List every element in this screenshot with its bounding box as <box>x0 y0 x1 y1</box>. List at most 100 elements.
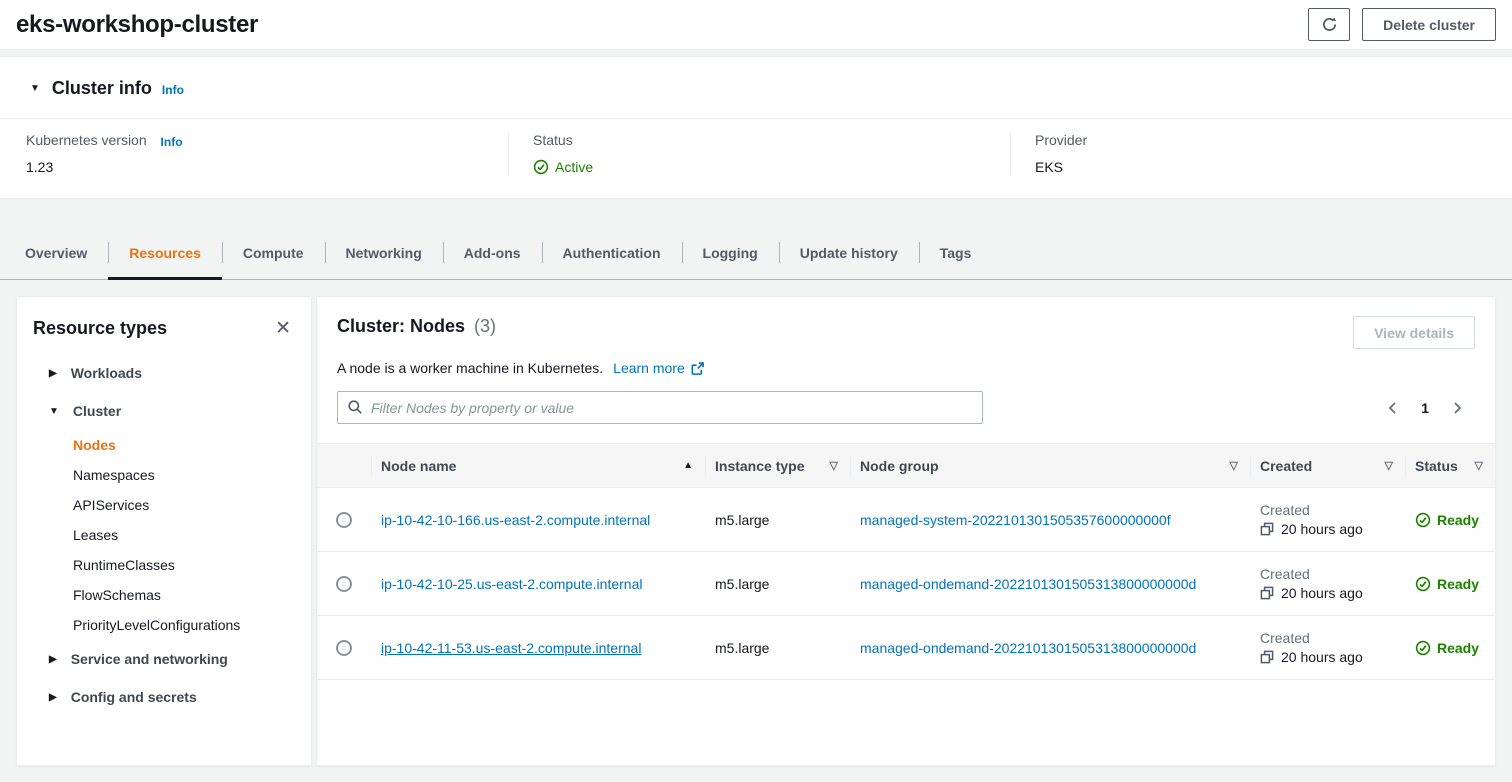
cluster-info-section: ▼ Cluster info Info Kubernetes version I… <box>0 56 1512 199</box>
column-header-instance-type[interactable]: Instance type ▽ <box>705 444 850 487</box>
cluster-info-info-link[interactable]: Info <box>162 83 184 97</box>
node-group-link[interactable]: managed-system-2022101301505357600000000… <box>860 512 1171 528</box>
table-header-row: Node name ▲ Instance type ▽ Node group ▽… <box>317 444 1495 488</box>
panel-description: A node is a worker machine in Kubernetes… <box>337 360 603 376</box>
nodes-panel: Cluster: Nodes (3) View details A node i… <box>316 296 1496 766</box>
kubernetes-version-label: Kubernetes version Info <box>26 132 508 148</box>
sidebar-item-flowschemas[interactable]: FlowSchemas <box>73 580 295 610</box>
row-radio-button[interactable] <box>336 576 352 592</box>
table-row: ip-10-42-11-53.us-east-2.compute.interna… <box>317 616 1495 680</box>
status-value: Active <box>533 159 1010 175</box>
node-group-link[interactable]: managed-ondemand-20221013015053138000000… <box>860 576 1196 592</box>
chevron-right-icon: ▶ <box>49 654 57 665</box>
sort-icon[interactable]: ▽ <box>1475 459 1483 472</box>
instance-type-cell: m5.large <box>705 640 850 656</box>
sort-icon[interactable]: ▽ <box>1230 459 1238 472</box>
kubernetes-version-value: 1.23 <box>26 159 508 175</box>
kubernetes-version-field: Kubernetes version Info 1.23 <box>0 132 508 175</box>
tab-overview[interactable]: Overview <box>4 227 108 279</box>
tab-tags[interactable]: Tags <box>919 227 993 279</box>
tab-networking[interactable]: Networking <box>325 227 443 279</box>
chevron-left-icon <box>1385 400 1401 416</box>
copy-icon[interactable] <box>1260 650 1274 664</box>
external-link-icon <box>690 361 705 376</box>
refresh-icon <box>1321 16 1338 33</box>
sidebar-group-workloads[interactable]: ▶ Workloads <box>33 354 295 392</box>
tab-resources[interactable]: Resources <box>108 227 222 279</box>
view-details-button[interactable]: View details <box>1353 316 1475 349</box>
tab-logging[interactable]: Logging <box>682 227 779 279</box>
status-cell: Ready <box>1405 512 1495 528</box>
column-header-node-name[interactable]: Node name ▲ <box>371 444 705 487</box>
status-cell: Ready <box>1405 640 1495 656</box>
provider-field: Provider EKS <box>1010 132 1512 175</box>
check-circle-icon <box>1415 640 1431 656</box>
delete-cluster-button[interactable]: Delete cluster <box>1362 8 1496 41</box>
filter-nodes-input[interactable] <box>337 391 983 424</box>
copy-icon[interactable] <box>1260 522 1274 536</box>
node-name-link[interactable]: ip-10-42-10-166.us-east-2.compute.intern… <box>381 512 650 528</box>
column-header-created[interactable]: Created ▽ <box>1250 444 1405 487</box>
refresh-button[interactable] <box>1308 8 1350 41</box>
next-page-button[interactable] <box>1449 400 1465 416</box>
node-name-link[interactable]: ip-10-42-10-25.us-east-2.compute.interna… <box>381 576 642 592</box>
kubernetes-version-info-link[interactable]: Info <box>161 135 183 149</box>
copy-icon[interactable] <box>1260 586 1274 600</box>
created-cell: Created 20 hours ago <box>1250 566 1405 601</box>
page-header: eks-workshop-cluster Delete cluster <box>0 0 1512 50</box>
cluster-info-title: Cluster info <box>52 78 152 99</box>
chevron-down-icon[interactable]: ▼ <box>30 83 40 94</box>
cluster-group-items: Nodes Namespaces APIServices Leases Runt… <box>33 430 295 640</box>
sidebar-item-prioritylevelconfigurations[interactable]: PriorityLevelConfigurations <box>73 610 295 640</box>
resource-types-sidebar: Resource types ✕ ▶ Workloads ▼ Cluster N… <box>16 296 312 766</box>
sidebar-group-cluster[interactable]: ▼ Cluster <box>33 392 295 430</box>
row-radio-button[interactable] <box>336 640 352 656</box>
row-radio-button[interactable] <box>336 512 352 528</box>
current-page[interactable]: 1 <box>1421 400 1429 416</box>
status-cell: Ready <box>1405 576 1495 592</box>
status-field: Status Active <box>508 132 1010 175</box>
table-row: ip-10-42-10-166.us-east-2.compute.intern… <box>317 488 1495 552</box>
created-cell: Created 20 hours ago <box>1250 502 1405 537</box>
select-all-header-cell <box>317 444 371 487</box>
resources-content: Resource types ✕ ▶ Workloads ▼ Cluster N… <box>0 280 1512 782</box>
tab-authentication[interactable]: Authentication <box>542 227 682 279</box>
sidebar-item-runtimeclasses[interactable]: RuntimeClasses <box>73 550 295 580</box>
sidebar-item-apiservices[interactable]: APIServices <box>73 490 295 520</box>
sidebar-item-nodes[interactable]: Nodes <box>73 430 295 460</box>
tab-update-history[interactable]: Update history <box>779 227 919 279</box>
tab-add-ons[interactable]: Add-ons <box>443 227 542 279</box>
tab-compute[interactable]: Compute <box>222 227 325 279</box>
panel-title: Cluster: Nodes (3) <box>337 316 496 337</box>
sidebar-item-namespaces[interactable]: Namespaces <box>73 460 295 490</box>
sidebar-item-leases[interactable]: Leases <box>73 520 295 550</box>
resource-type-list: ▶ Workloads ▼ Cluster Nodes Namespaces A… <box>33 354 295 716</box>
sort-ascending-icon[interactable]: ▲ <box>683 460 693 471</box>
cluster-info-header[interactable]: ▼ Cluster info Info <box>0 57 1512 119</box>
status-label: Status <box>533 132 1010 148</box>
search-icon <box>347 399 363 415</box>
instance-type-cell: m5.large <box>705 576 850 592</box>
provider-value: EKS <box>1035 159 1512 175</box>
header-actions: Delete cluster <box>1308 8 1496 41</box>
pagination: 1 <box>1385 400 1475 416</box>
learn-more-link[interactable]: Learn more <box>613 360 705 376</box>
sort-icon[interactable]: ▽ <box>830 459 838 472</box>
close-icon[interactable]: ✕ <box>271 317 295 340</box>
sidebar-group-config-and-secrets[interactable]: ▶ Config and secrets <box>33 678 295 716</box>
sort-icon[interactable]: ▽ <box>1385 459 1393 472</box>
check-circle-icon <box>1415 512 1431 528</box>
node-group-link[interactable]: managed-ondemand-20221013015053138000000… <box>860 640 1196 656</box>
chevron-down-icon: ▼ <box>49 406 59 417</box>
previous-page-button[interactable] <box>1385 400 1401 416</box>
check-circle-icon <box>1415 576 1431 592</box>
nodes-table: Node name ▲ Instance type ▽ Node group ▽… <box>317 443 1495 680</box>
node-count: (3) <box>474 316 496 336</box>
column-header-status[interactable]: Status ▽ <box>1405 444 1495 487</box>
chevron-right-icon <box>1449 400 1465 416</box>
column-header-node-group[interactable]: Node group ▽ <box>850 444 1250 487</box>
created-cell: Created 20 hours ago <box>1250 630 1405 665</box>
sidebar-group-service-and-networking[interactable]: ▶ Service and networking <box>33 640 295 678</box>
node-name-link[interactable]: ip-10-42-11-53.us-east-2.compute.interna… <box>381 640 641 656</box>
chevron-right-icon: ▶ <box>49 368 57 379</box>
